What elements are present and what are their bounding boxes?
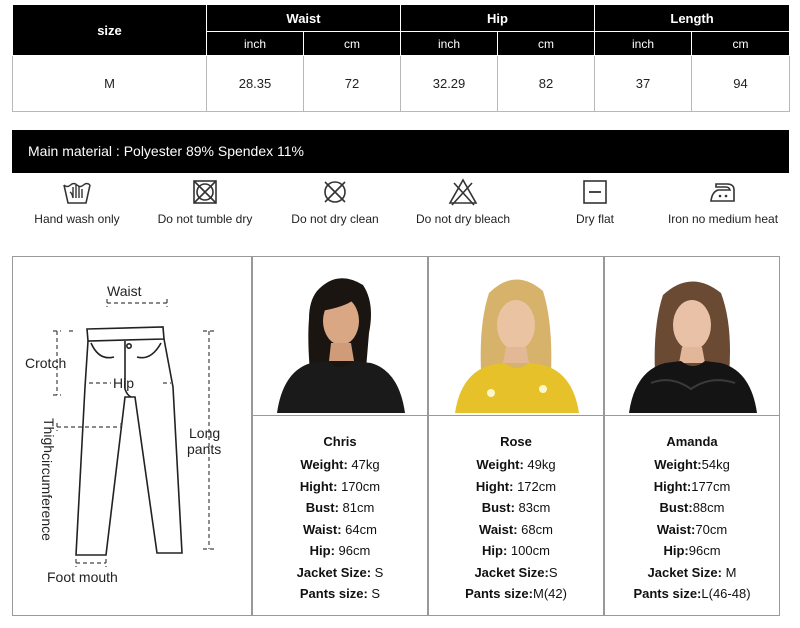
waist-inch-value: 28.35 [206, 55, 304, 112]
model-waist: Waist:70cm [656, 521, 728, 537]
care-no-dry-clean: Do not dry clean [270, 176, 400, 226]
model-jacket-size: Jacket Size: S [296, 564, 384, 580]
crotch-label: Crotch [25, 355, 67, 371]
model-hip: Hip: 96cm [309, 543, 371, 558]
care-no-bleach: Do not dry bleach [398, 176, 528, 226]
model-weight: Weight: 49kg [476, 457, 556, 472]
care-label-no-tumble-dry: Do not tumble dry [157, 212, 253, 226]
model-info-chris: Chris Weight: 47kg Hight: 170cm Bust: 81… [253, 415, 427, 605]
pants-label: pants [187, 441, 222, 457]
model-height: Hight: 170cm [299, 478, 381, 494]
pants-measurement-diagram: Waist Crotch Hip Thigh circumference Lon… [12, 256, 252, 616]
no-dry-clean-icon [324, 181, 346, 203]
model-weight: Weight: 47kg [300, 457, 380, 472]
hip-cm-header: cm [497, 31, 596, 56]
care-label-no-bleach: Do not dry bleach [415, 212, 511, 226]
care-iron-medium: Iron no medium heat [658, 176, 788, 226]
model-jacket-size: Jacket Size:S [474, 564, 558, 580]
length-cm-value: 94 [691, 55, 791, 112]
waist-label: Waist [107, 283, 142, 299]
waist-header: Waist [205, 4, 402, 32]
size-chart-table: size Waist Hip Length inch cm inch cm in… [12, 4, 791, 112]
model-info-rose: Rose Weight: 49kg Hight: 172cm Bust: 83c… [429, 415, 603, 605]
length-cm-header: cm [691, 31, 791, 56]
model-photo-rose [435, 263, 597, 413]
model-jacket-size: Jacket Size: M [647, 564, 737, 580]
model-height: Hight:177cm [653, 478, 731, 494]
model-weight: Weight:54kg [654, 457, 730, 472]
dry-flat-icon [583, 180, 607, 204]
no-bleach-icon [448, 178, 478, 206]
model-hip: Hip:96cm [663, 543, 721, 558]
hip-cm-value: 82 [497, 55, 596, 112]
model-photo-amanda [611, 263, 773, 413]
foot-mouth-label: Foot mouth [47, 569, 118, 585]
thigh-label: Thigh [41, 418, 57, 454]
no-tumble-dry-icon [193, 180, 217, 204]
model-name: Chris [323, 434, 357, 449]
model-bust: Bust: 81cm [305, 500, 375, 515]
model-bust: Bust:88cm [659, 500, 725, 515]
iron-medium-icon [710, 183, 735, 202]
waist-cm-header: cm [302, 31, 402, 56]
model-height: Hight: 172cm [475, 478, 557, 494]
care-instructions: Hand wash only Do not tumble dry Do not … [12, 176, 789, 228]
hand-wash-icon [63, 182, 91, 204]
care-dry-flat: Dry flat [530, 176, 660, 226]
length-inch-header: inch [594, 31, 693, 56]
model-cards: Chris Weight: 47kg Hight: 170cm Bust: 81… [252, 256, 780, 616]
care-hand-wash: Hand wash only [12, 176, 142, 226]
size-header: size [12, 4, 207, 56]
waist-cm-value: 72 [302, 55, 402, 112]
model-name: Rose [500, 434, 532, 449]
model-waist: Waist: 68cm [479, 521, 553, 537]
thigh-circumference-label: circumference [39, 453, 55, 541]
care-label-iron-medium: Iron no medium heat [667, 212, 779, 226]
model-waist: Waist: 64cm [303, 521, 377, 537]
hip-header: Hip [400, 4, 596, 32]
model-photo-chris [259, 263, 421, 413]
model-pants-size: Pants size:M(42) [465, 586, 567, 601]
care-label-dry-flat: Dry flat [575, 212, 614, 226]
long-label: Long [189, 425, 221, 441]
model-name: Amanda [666, 434, 718, 449]
length-inch-value: 37 [594, 55, 693, 112]
hip-label: Hip [113, 375, 135, 391]
care-label-no-dry-clean: Do not dry clean [291, 212, 379, 226]
hip-inch-header: inch [400, 31, 499, 56]
material-bar: Main material : Polyester 89% Spendex 11… [12, 130, 789, 173]
model-pants-size: Pants size: S [299, 586, 381, 601]
length-header: Length [594, 4, 791, 32]
waist-inch-header: inch [206, 31, 304, 56]
care-no-tumble-dry: Do not tumble dry [140, 176, 270, 226]
model-hip: Hip: 100cm [482, 543, 550, 558]
model-bust: Bust: 83cm [481, 500, 551, 515]
hip-inch-value: 32.29 [400, 55, 499, 112]
care-label-hand-wash: Hand wash only [34, 212, 120, 226]
model-card-chris: Chris Weight: 47kg Hight: 170cm Bust: 81… [252, 256, 428, 616]
model-card-rose: Rose Weight: 49kg Hight: 172cm Bust: 83c… [428, 256, 604, 616]
model-card-amanda: Amanda Weight:54kg Hight:177cm Bust:88cm… [604, 256, 780, 616]
model-info-amanda: Amanda Weight:54kg Hight:177cm Bust:88cm… [605, 415, 779, 605]
size-value: M [12, 55, 207, 112]
model-pants-size: Pants size:L(46-48) [633, 586, 751, 601]
